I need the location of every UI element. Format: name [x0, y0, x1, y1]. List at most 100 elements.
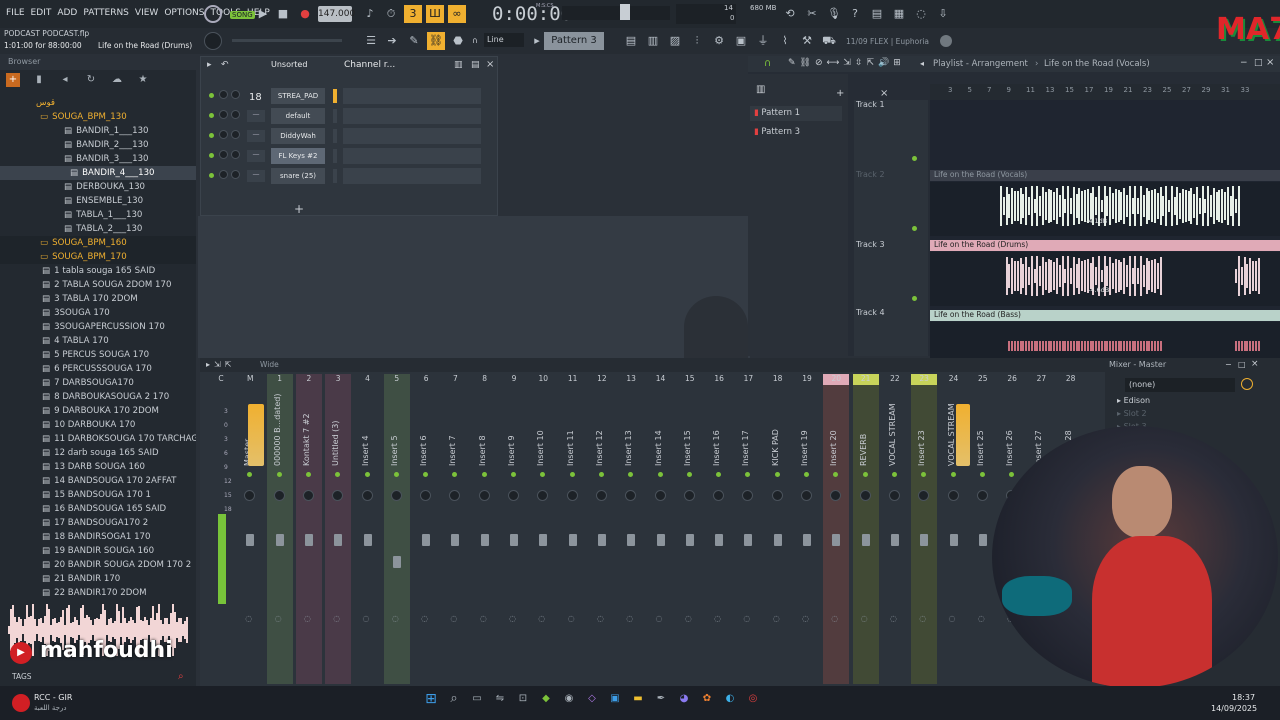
mixer-route-icon[interactable]: ◌	[714, 614, 721, 623]
browser-file[interactable]: ▤ DERBOUKA_130	[0, 180, 196, 194]
mixer-track-label[interactable]: Insert 20	[829, 404, 838, 466]
countdown-icon[interactable]: 3	[404, 5, 422, 23]
mixer-volume-fader[interactable]	[949, 534, 958, 546]
mixer-icon[interactable]: ⫶	[688, 32, 706, 50]
mixer-pan-knob[interactable]	[361, 490, 373, 501]
mixer-pan-knob[interactable]	[508, 490, 519, 501]
mixer-pan-knob[interactable]	[859, 490, 871, 501]
channel-volume-knob[interactable]	[219, 130, 228, 139]
mixer-track-led[interactable]	[921, 472, 927, 477]
mixer-track-led[interactable]	[540, 472, 546, 477]
edge-icon[interactable]: ◐	[723, 692, 737, 706]
mixer-strip[interactable]: 21 REVERB ◌	[852, 374, 879, 684]
mixer-volume-fader[interactable]	[978, 534, 987, 546]
channel-volume-knob[interactable]	[219, 170, 228, 179]
mixer-route-icon[interactable]: ◌	[538, 614, 545, 623]
file-explorer-icon[interactable]: ▬	[631, 692, 645, 706]
channel-volume-knob[interactable]	[219, 90, 228, 99]
channel-name-button[interactable]: FL Keys #2	[271, 148, 325, 164]
playlist-icon[interactable]: ☰	[362, 32, 380, 50]
browser-refresh-icon[interactable]: ↻	[84, 73, 98, 87]
channel-pan-knob[interactable]	[231, 110, 240, 119]
mixer-pan-knob[interactable]	[771, 490, 783, 501]
browser-file[interactable]: ▤ 17 BANDSOUGA170 2	[0, 516, 196, 530]
browser-file[interactable]: ▤ 2 TABLA SOUGA 2DOM 170	[0, 278, 196, 292]
record-icon[interactable]: ●	[296, 5, 314, 23]
mixer-pan-knob[interactable]	[742, 490, 754, 501]
rack-close-icon[interactable]: ×	[486, 59, 494, 70]
mixer-strip[interactable]: 3 Untitled (3) ◌	[325, 374, 352, 684]
browser-save-icon[interactable]: ▮	[32, 73, 46, 87]
mixer-track-label[interactable]: REVERB	[859, 404, 868, 466]
mixer-route-icon[interactable]: ◌	[831, 614, 838, 623]
clip-header[interactable]: Life on the Road (Bass)	[930, 310, 1280, 321]
cart-icon[interactable]: ⛟	[820, 32, 838, 50]
channel-pan-knob[interactable]	[231, 150, 240, 159]
rack-undo-icon[interactable]: ↶	[221, 60, 229, 70]
mixer-track-label[interactable]: Insert 11	[566, 404, 575, 466]
song-mode-badge[interactable]: SONG	[230, 11, 255, 19]
browser-file[interactable]: ▤ 21 BANDIR 170	[0, 572, 196, 586]
mixer-route-icon[interactable]: ◌	[685, 614, 692, 623]
mixer-track-label[interactable]: Insert 14	[654, 404, 663, 466]
mixer-route-icon[interactable]: ◌	[450, 614, 457, 623]
mixer-track-led[interactable]	[1009, 472, 1015, 477]
browser-file[interactable]: ▤ 11 DARBOKSOUGA 170 TARCHAG	[0, 432, 196, 446]
arrow-icon[interactable]: ➔	[383, 32, 401, 50]
browser-cloud-icon[interactable]: ☁	[110, 73, 124, 87]
mixer-track-led[interactable]	[686, 472, 692, 477]
stop-icon[interactable]: ■	[274, 5, 292, 23]
mixer-track-label[interactable]: Insert 10	[536, 404, 545, 466]
rack-menu-icon[interactable]: ▸	[207, 60, 212, 70]
mixer-track-label[interactable]: Untitled (3)	[331, 404, 340, 466]
widget-title[interactable]: RCC - GIR	[34, 693, 72, 702]
group-filter[interactable]: Unsorted	[271, 60, 307, 69]
clock-time[interactable]: 18:37	[1232, 693, 1255, 702]
mixer-track-led[interactable]	[569, 472, 575, 477]
clip-waveform[interactable]	[930, 182, 1280, 236]
mixer-track-label[interactable]: Insert 25	[976, 404, 985, 466]
channel-row[interactable]: — default	[201, 107, 497, 125]
mixer-strip[interactable]: 11 Insert 11 ◌	[560, 374, 586, 684]
mixer-volume-fader[interactable]	[480, 534, 489, 546]
channel-select-indicator[interactable]	[333, 129, 337, 143]
input-select[interactable]: (none)	[1125, 378, 1235, 392]
browser-file[interactable]: ▤ 7 DARBSOUGA170	[0, 376, 196, 390]
pencil-icon[interactable]: ✎	[405, 32, 423, 50]
mixer-maximize-icon[interactable]: □	[1238, 360, 1246, 369]
arrangement-area[interactable]: Life on the Road (Vocals) Life on the Roa…	[930, 100, 1280, 376]
fl-studio-icon[interactable]: ✿	[700, 692, 714, 706]
loop-record-icon[interactable]: ∞	[448, 5, 466, 23]
track-header[interactable]: Track 2	[856, 170, 885, 179]
mixer-strip[interactable]: 9 Insert 9 ◌	[501, 374, 527, 684]
mixer-pan-knob[interactable]	[888, 490, 900, 501]
mixer-pan-knob[interactable]	[595, 490, 607, 501]
rack-graph-icon[interactable]: ▤	[471, 60, 480, 70]
clip-header[interactable]: Life on the Road (Drums)	[930, 240, 1280, 251]
playlist-tools-icon[interactable]: ✎⛓⊘⟷⇲⇳⇱🔊⊞	[788, 58, 905, 68]
mixer-volume-fader[interactable]	[568, 534, 577, 546]
mixer-strip[interactable]: 25 Insert 25 ◌	[970, 374, 996, 684]
mixer-track-label[interactable]: Insert 17	[741, 404, 750, 466]
mixer-volume-fader[interactable]	[392, 556, 401, 568]
browser-file[interactable]: ▤ 3SOUGAPERCUSSION 170	[0, 320, 196, 334]
mixer-route-icon[interactable]: ◌	[509, 614, 516, 623]
mixer-strip[interactable]: 12 Insert 12 ◌	[589, 374, 615, 684]
mixer-track-led[interactable]	[804, 472, 809, 477]
browser-file[interactable]: ▤ 10 DARBOUKA 170	[0, 418, 196, 432]
mixer-volume-fader[interactable]	[832, 534, 841, 546]
insert-power-icon[interactable]	[1241, 378, 1253, 390]
plugin-manager-icon[interactable]: ▦	[890, 5, 908, 23]
channel-name-button[interactable]: DiddyWah	[271, 128, 325, 144]
save-icon[interactable]: ▤	[868, 5, 886, 23]
tempo-display[interactable]: 147.000	[318, 6, 355, 22]
mixer-track-led[interactable]	[305, 472, 311, 477]
download-icon[interactable]: ⇩	[934, 5, 952, 23]
mixer-volume-fader[interactable]	[422, 534, 431, 546]
plugin-news[interactable]: 11/09 FLEX | Euphoria	[846, 37, 929, 46]
menu-add[interactable]: ADD	[57, 8, 77, 18]
track-mute-led[interactable]	[912, 226, 917, 231]
mixer-track-label[interactable]: Insert 15	[683, 404, 692, 466]
mixer-strip[interactable]: 14 Insert 14 ◌	[648, 374, 674, 684]
mixer-route-icon[interactable]: ◌	[861, 614, 868, 623]
